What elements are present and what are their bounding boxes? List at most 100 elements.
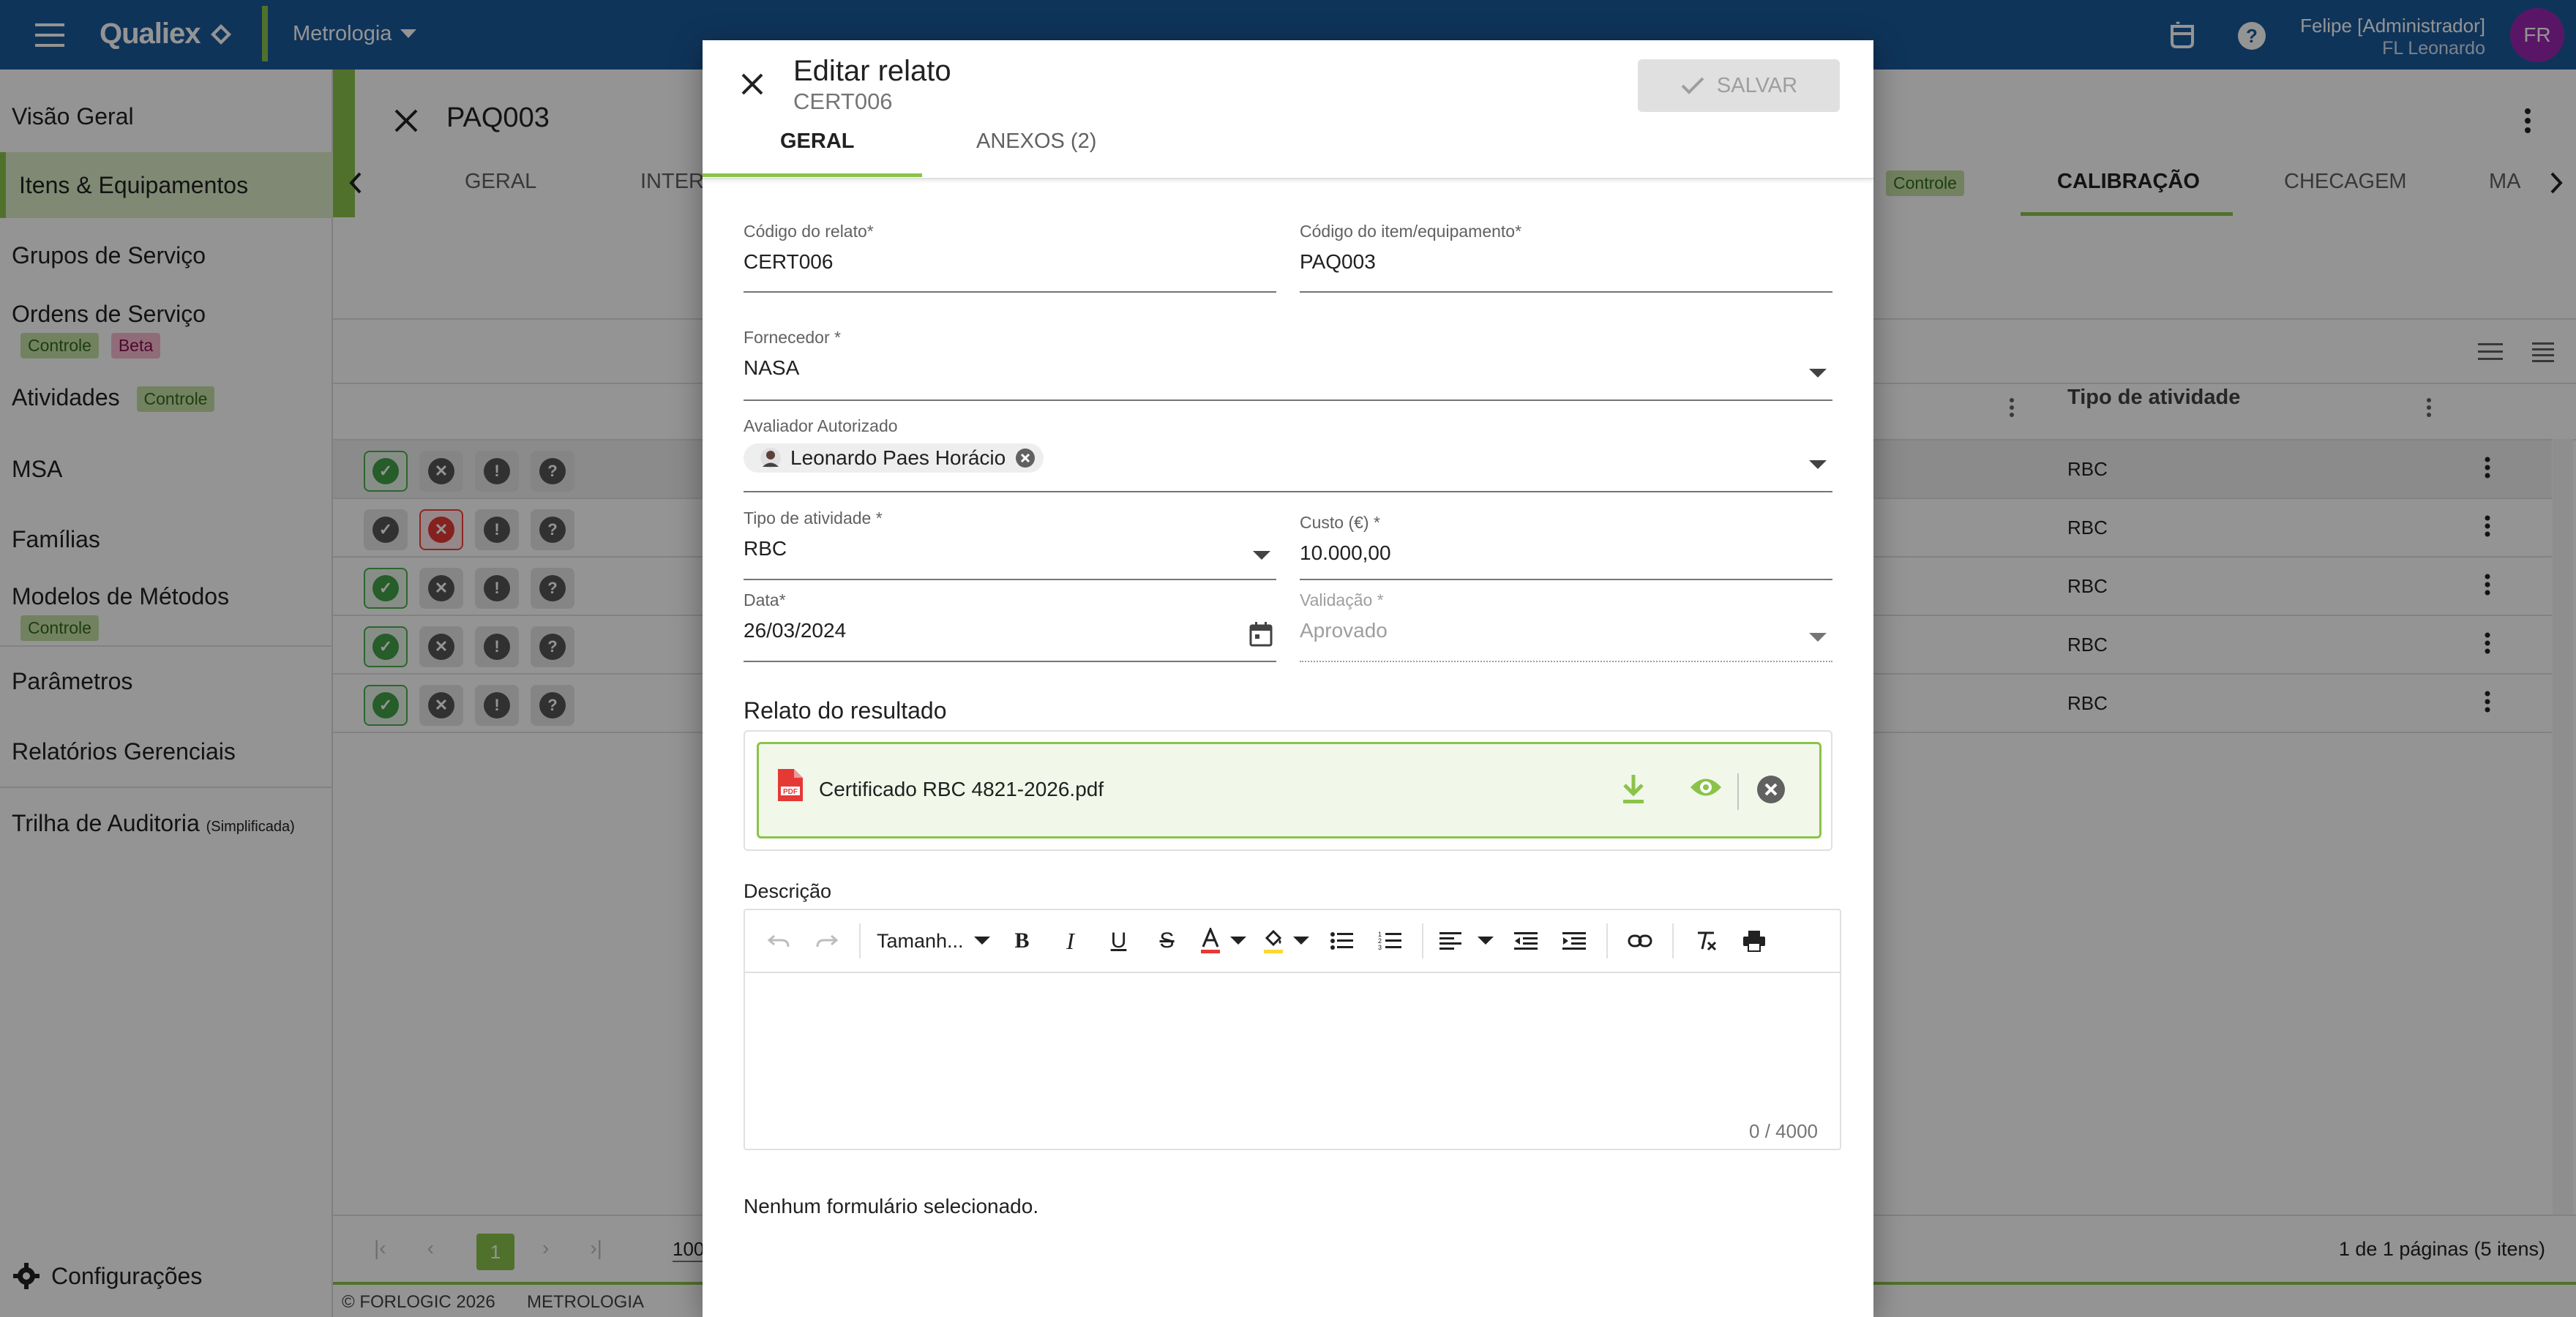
align-left-icon bbox=[1439, 932, 1461, 950]
link-button[interactable] bbox=[1624, 925, 1656, 957]
editor-toolbar: Tamanh... B I U S 123 bbox=[745, 910, 1840, 973]
bold-button[interactable]: B bbox=[1006, 925, 1038, 957]
bullet-list-button[interactable] bbox=[1325, 925, 1358, 957]
numbered-list-icon: 123 bbox=[1378, 931, 1401, 951]
undo-button[interactable] bbox=[763, 925, 795, 957]
custo-field[interactable]: Custo (€) * 10.000,00 bbox=[1300, 513, 1832, 580]
field-label: Tipo de atividade * bbox=[744, 509, 883, 528]
codigo-item-field[interactable]: Código do item/equipamento* PAQ003 bbox=[1300, 222, 1832, 293]
editor-content-area[interactable] bbox=[745, 975, 1840, 1149]
caret-down-icon bbox=[1477, 937, 1494, 945]
character-counter: 0 / 4000 bbox=[1749, 1120, 1818, 1142]
tab-anexos[interactable]: ANEXOS (2) bbox=[976, 130, 1096, 154]
rich-text-editor: Tamanh... B I U S 123 0 / 4000 bbox=[744, 909, 1841, 1150]
field-value: RBC bbox=[744, 537, 787, 560]
data-field[interactable]: Data* 26/03/2024 bbox=[744, 590, 1276, 662]
caret-down-icon bbox=[973, 937, 990, 945]
field-value: Aprovado bbox=[1300, 619, 1388, 642]
tipo-atividade-select[interactable]: Tipo de atividade * RBC bbox=[744, 509, 1276, 580]
outdent-button[interactable] bbox=[1510, 925, 1542, 957]
validacao-select: Validação * Aprovado bbox=[1300, 590, 1832, 662]
svg-text:3: 3 bbox=[1378, 944, 1382, 951]
italic-button[interactable]: I bbox=[1055, 925, 1087, 957]
underline-button[interactable]: U bbox=[1103, 925, 1135, 957]
field-value: 10.000,00 bbox=[1300, 541, 1391, 564]
save-button[interactable]: SALVAR bbox=[1638, 59, 1840, 112]
caret-down-icon bbox=[1809, 633, 1827, 642]
field-label: Custo (€) * bbox=[1300, 513, 1380, 532]
redo-button[interactable] bbox=[811, 925, 843, 957]
tab-indicator bbox=[703, 173, 922, 177]
close-icon bbox=[741, 73, 763, 95]
underline-icon: U bbox=[1110, 928, 1127, 953]
field-label: Data* bbox=[744, 590, 786, 609]
codigo-relato-field[interactable]: Código do relato* CERT006 bbox=[744, 222, 1276, 293]
clear-format-button[interactable] bbox=[1690, 925, 1722, 957]
caret-down-icon bbox=[1253, 551, 1270, 560]
avaliador-select[interactable]: Avaliador Autorizado Leonardo Paes Horác… bbox=[744, 416, 1832, 492]
field-underline bbox=[1300, 579, 1832, 580]
field-label: Validação * bbox=[1300, 590, 1384, 609]
caret-down-icon bbox=[1809, 460, 1827, 469]
clear-format-icon bbox=[1697, 931, 1716, 951]
italic-icon: I bbox=[1066, 927, 1074, 954]
field-underline bbox=[744, 661, 1276, 662]
bullet-list-icon bbox=[1330, 932, 1353, 950]
dialog-header: Editar relato CERT006 SALVAR GERAL ANEXO… bbox=[703, 40, 1873, 179]
dialog-title: Editar relato bbox=[793, 55, 951, 87]
field-underline bbox=[1300, 661, 1832, 662]
chip-label: Leonardo Paes Horácio bbox=[790, 446, 1006, 469]
field-value: PAQ003 bbox=[1300, 250, 1376, 273]
fornecedor-select[interactable]: Fornecedor * NASA bbox=[744, 328, 1832, 401]
field-underline bbox=[744, 399, 1832, 401]
strikethrough-button[interactable]: S bbox=[1151, 925, 1183, 957]
remove-file-icon[interactable] bbox=[1756, 775, 1786, 804]
numbered-list-button[interactable]: 123 bbox=[1374, 925, 1406, 957]
tab-geral[interactable]: GERAL bbox=[780, 130, 855, 154]
highlight-color-button[interactable] bbox=[1262, 925, 1309, 957]
field-label: Código do item/equipamento* bbox=[1300, 222, 1522, 241]
pdf-file-icon: PDF bbox=[778, 769, 803, 801]
text-color-icon bbox=[1200, 928, 1220, 953]
font-size-label: Tamanh... bbox=[877, 929, 964, 952]
undo-icon bbox=[767, 934, 790, 948]
dialog-subtitle: CERT006 bbox=[793, 89, 893, 114]
avaliador-chip[interactable]: Leonardo Paes Horácio bbox=[744, 443, 1044, 473]
calendar-icon[interactable] bbox=[1248, 621, 1273, 648]
print-button[interactable] bbox=[1738, 925, 1770, 957]
action-divider bbox=[1737, 773, 1739, 810]
strikethrough-icon: S bbox=[1159, 928, 1175, 953]
toolbar-divider bbox=[859, 923, 861, 958]
download-icon[interactable] bbox=[1620, 773, 1647, 806]
indent-icon bbox=[1562, 932, 1586, 950]
no-form-message: Nenhum formulário selecionado. bbox=[744, 1195, 1039, 1217]
field-value: CERT006 bbox=[744, 250, 834, 273]
close-dialog-button[interactable] bbox=[739, 71, 765, 97]
check-icon bbox=[1681, 77, 1704, 94]
field-label: Código do relato* bbox=[744, 222, 874, 241]
indent-button[interactable] bbox=[1558, 925, 1590, 957]
caret-down-icon bbox=[1809, 369, 1827, 378]
font-size-select[interactable]: Tamanh... bbox=[877, 925, 990, 957]
eye-icon[interactable] bbox=[1689, 775, 1723, 800]
toolbar-divider bbox=[1606, 923, 1608, 958]
field-underline bbox=[744, 491, 1832, 492]
user-avatar-icon bbox=[760, 448, 781, 468]
redo-icon bbox=[816, 934, 839, 948]
caret-down-icon bbox=[1292, 937, 1309, 945]
caret-down-icon bbox=[1229, 937, 1246, 945]
svg-text:PDF: PDF bbox=[783, 788, 798, 796]
field-underline bbox=[1300, 291, 1832, 293]
attached-file: PDF Certificado RBC 4821-2026.pdf bbox=[757, 742, 1821, 838]
remove-chip-icon[interactable] bbox=[1014, 447, 1036, 469]
fill-color-icon bbox=[1263, 929, 1283, 953]
field-label: Fornecedor * bbox=[744, 328, 841, 347]
field-underline bbox=[744, 291, 1276, 293]
file-name: Certificado RBC 4821-2026.pdf bbox=[819, 778, 1104, 800]
toolbar-divider bbox=[1421, 923, 1423, 958]
field-value: NASA bbox=[744, 356, 800, 379]
align-button[interactable] bbox=[1439, 925, 1494, 957]
field-underline bbox=[744, 579, 1276, 580]
save-label: SALVAR bbox=[1716, 73, 1798, 97]
text-color-button[interactable] bbox=[1199, 925, 1246, 957]
